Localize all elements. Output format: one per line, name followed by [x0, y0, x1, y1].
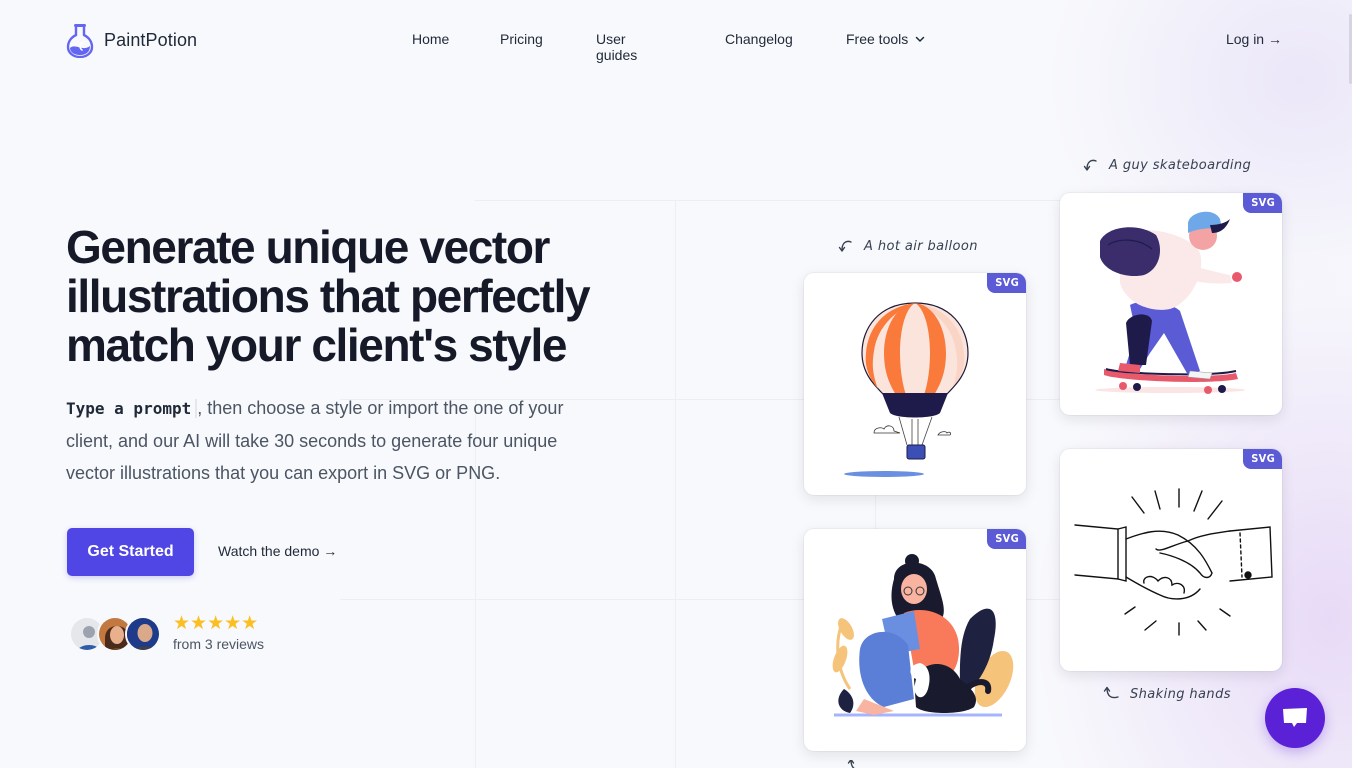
curved-arrow-icon: [838, 240, 852, 252]
nav-item-changelog[interactable]: Changelog: [725, 31, 793, 47]
nav-item-pricing[interactable]: Pricing: [500, 31, 543, 47]
login-link[interactable]: Log in →: [1226, 31, 1282, 47]
chat-bubble-icon: [1283, 708, 1307, 727]
example-caption-text: A guy skateboarding: [1109, 157, 1252, 173]
brand-name: PaintPotion: [104, 29, 198, 50]
curved-arrow-icon: [1083, 159, 1097, 171]
chevron-down-icon: [916, 36, 925, 42]
nav-item-free-tools-label: Free tools: [846, 31, 909, 47]
typed-prompt-label: Type a prompt: [66, 399, 198, 418]
nav-item-home[interactable]: Home: [412, 31, 449, 47]
hot-air-balloon-illustration: [844, 302, 969, 477]
watch-demo-link[interactable]: Watch the demo →: [218, 543, 337, 559]
logo[interactable]: PaintPotion: [66, 22, 197, 58]
review-count: from 3 reviews: [173, 636, 265, 652]
curved-arrow-icon: [847, 760, 855, 768]
nav-item-user-guides[interactable]: User guides: [596, 31, 637, 63]
grid-line: [475, 200, 1075, 201]
reviewer-avatars: [69, 615, 161, 652]
svg-badge: SVG: [987, 529, 1026, 549]
svg-badge: SVG: [987, 273, 1026, 293]
example-caption-text: Shaking hands: [1130, 686, 1231, 702]
avatar: [125, 615, 161, 652]
handshake-illustration: [1074, 488, 1273, 636]
skateboarder-illustration: [1095, 211, 1245, 394]
get-started-button[interactable]: Get Started: [67, 528, 194, 576]
example-caption: A guy skateboarding: [1081, 155, 1251, 175]
example-caption: [846, 760, 874, 768]
example-card-handshake[interactable]: SVG: [1060, 449, 1282, 671]
example-caption: Shaking hands: [1102, 684, 1231, 704]
example-card-hot-air-balloon[interactable]: SVG: [804, 273, 1026, 495]
site-header: PaintPotion Home Pricing User guides Cha…: [0, 0, 1352, 80]
example-caption-text: A hot air balloon: [864, 238, 978, 254]
reviews-summary: ★★★★★ from 3 reviews: [69, 613, 265, 652]
potion-flask-icon: [66, 24, 94, 58]
hero-title: Generate unique vector illustrations tha…: [66, 221, 591, 371]
svg-badge: SVG: [1243, 193, 1282, 213]
nav-item-free-tools[interactable]: Free tools: [846, 31, 926, 47]
rating: ★★★★★ from 3 reviews: [173, 613, 265, 652]
girl-reading-illustration: [832, 554, 1014, 717]
example-caption: A hot air balloon: [836, 236, 978, 256]
svg-badge: SVG: [1243, 449, 1282, 469]
example-card-skateboarder[interactable]: SVG: [1060, 193, 1282, 415]
chat-button[interactable]: [1265, 688, 1325, 748]
example-card-girl-reading[interactable]: SVG: [804, 529, 1026, 751]
star-rating: ★★★★★: [173, 613, 259, 634]
curved-arrow-icon: [1103, 686, 1119, 699]
hero-description: Type a prompt, then choose a style or im…: [66, 392, 606, 489]
